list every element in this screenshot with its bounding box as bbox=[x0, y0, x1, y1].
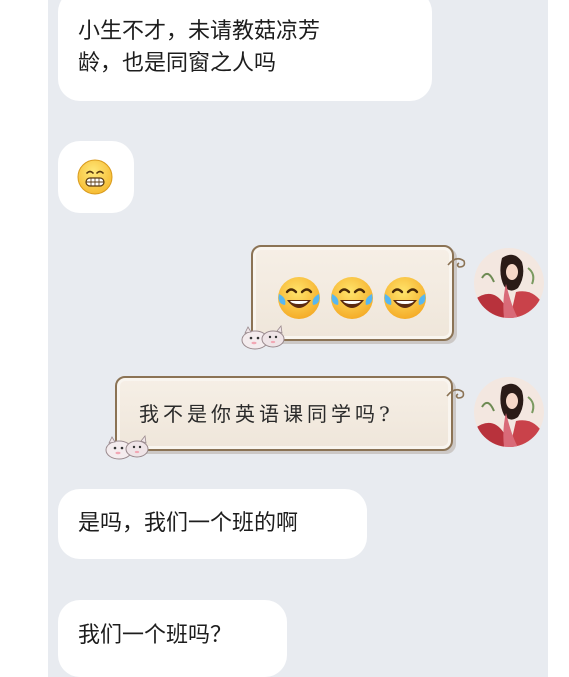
message-bubble-other[interactable] bbox=[58, 141, 134, 213]
message-text: 我们一个班吗？ bbox=[78, 623, 233, 648]
message-bubble-self[interactable] bbox=[241, 245, 466, 350]
kitten-decoration-icon bbox=[105, 435, 149, 460]
message-text: 我不是你英语课同学吗? bbox=[139, 402, 394, 426]
message-bubble-other[interactable]: 我们一个班吗？ bbox=[58, 600, 287, 677]
message-bubble-other[interactable]: 是吗，我们一个班的啊 bbox=[58, 489, 367, 559]
message-bubble-other[interactable]: 小生不才，未请教菇凉芳 龄，也是同窗之人吗 bbox=[58, 0, 432, 101]
avatar-portrait-icon bbox=[474, 377, 544, 447]
tears-of-joy-icon bbox=[384, 277, 426, 319]
avatar-portrait-icon bbox=[474, 248, 544, 318]
kitten-decoration-icon bbox=[241, 325, 285, 350]
tears-of-joy-icon bbox=[278, 277, 320, 319]
tears-of-joy-icon bbox=[331, 277, 373, 319]
avatar[interactable] bbox=[474, 377, 544, 447]
message-bubble-self[interactable]: 我不是你英语课同学吗? bbox=[105, 376, 465, 460]
grin-emoji-icon bbox=[77, 159, 113, 195]
message-text: 是吗，我们一个班的啊 bbox=[78, 511, 299, 536]
bubble-curl-icon bbox=[447, 257, 466, 268]
bubble-curl-icon bbox=[446, 388, 465, 399]
message-text: 小生不才，未请教菇凉芳 龄，也是同窗之人吗 bbox=[78, 19, 321, 76]
avatar[interactable] bbox=[474, 248, 544, 318]
